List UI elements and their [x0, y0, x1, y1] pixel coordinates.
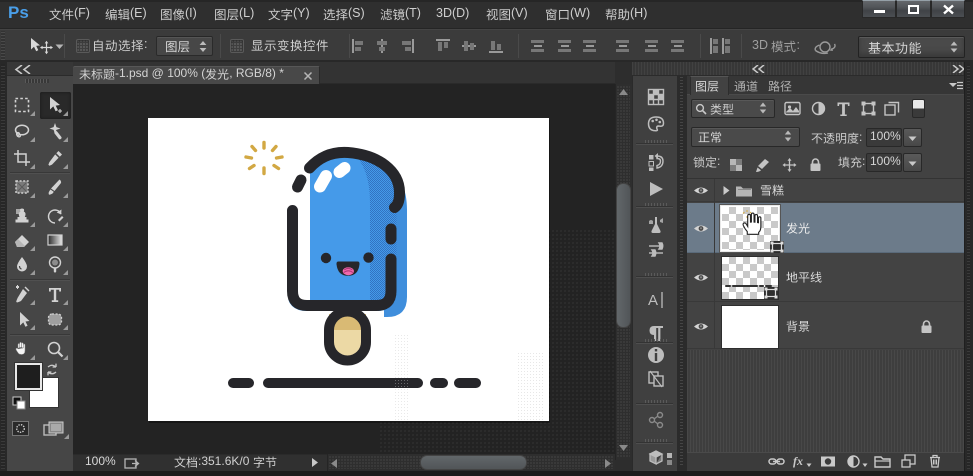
- svg-text:A: A: [648, 292, 658, 309]
